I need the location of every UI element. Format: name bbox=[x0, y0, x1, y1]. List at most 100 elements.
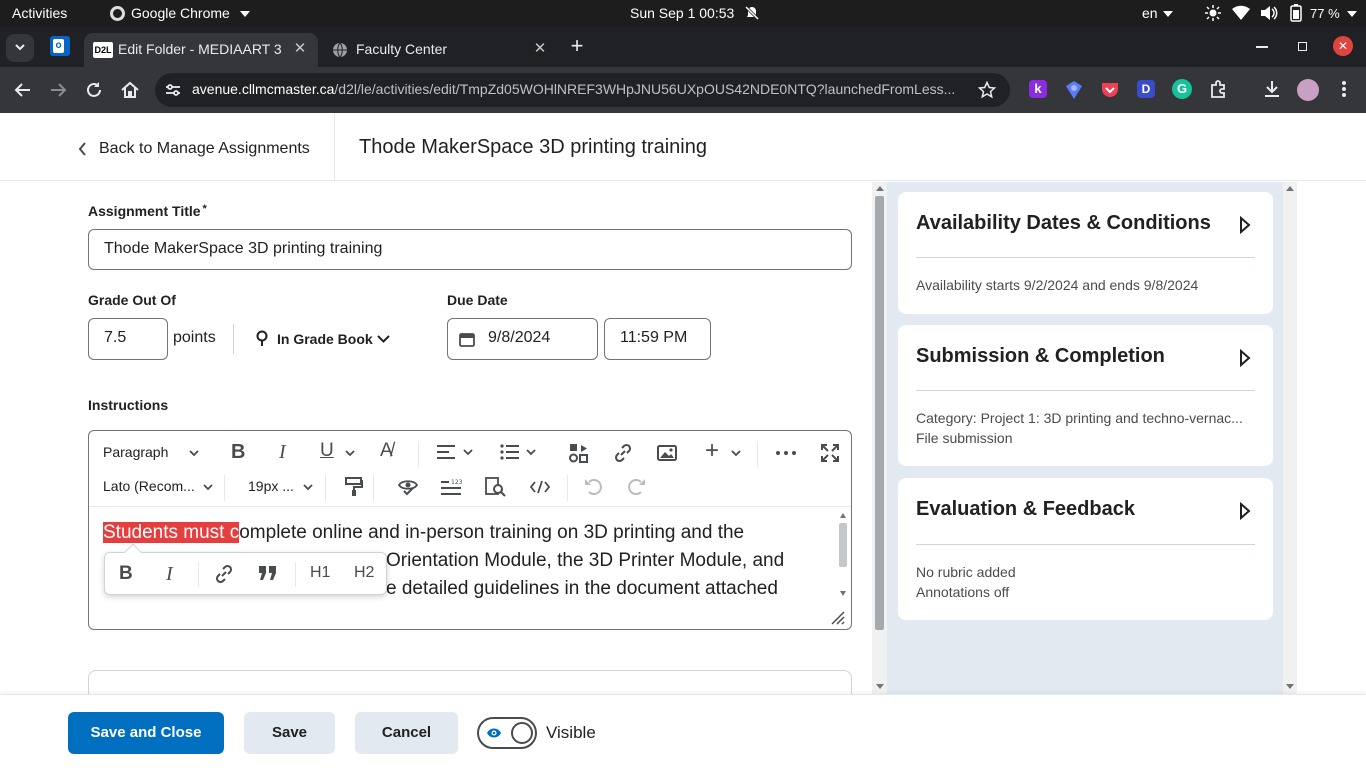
availability-card[interactable]: Availability Dates & Conditions Availabi… bbox=[898, 192, 1273, 314]
paragraph-format-select[interactable]: Paragraph bbox=[103, 443, 203, 463]
due-date-input[interactable]: 9/8/2024 bbox=[447, 318, 598, 360]
back-arrow-icon[interactable] bbox=[12, 79, 34, 101]
font-family-select[interactable]: Lato (Recom... bbox=[103, 477, 215, 497]
side-panel: Availability Dates & Conditions Availabi… bbox=[887, 182, 1283, 694]
card-divider bbox=[916, 257, 1255, 258]
grammarly-icon[interactable]: G bbox=[1172, 79, 1192, 99]
scroll-down-icon[interactable] bbox=[840, 591, 846, 596]
submission-category: Category: Project 1: 3D printing and tec… bbox=[916, 410, 1243, 426]
tab-edit-folder[interactable]: D2L Edit Folder - MEDIAART 3 ✕ bbox=[84, 33, 318, 67]
insert-stuff-icon[interactable] bbox=[569, 443, 589, 463]
source-code-icon[interactable] bbox=[530, 480, 550, 494]
main-scrollbar-thumb[interactable] bbox=[875, 196, 884, 630]
expand-triangle-icon[interactable] bbox=[1239, 502, 1251, 520]
assignment-title-input[interactable]: Thode MakerSpace 3D printing training bbox=[88, 229, 852, 270]
heading-2-button[interactable]: H2 bbox=[354, 564, 374, 582]
header-divider bbox=[334, 113, 335, 181]
word-count-icon[interactable]: 123 bbox=[441, 478, 463, 496]
find-replace-icon[interactable] bbox=[485, 477, 507, 497]
scroll-down-icon[interactable] bbox=[876, 684, 884, 689]
editor-scrollbar[interactable] bbox=[838, 513, 848, 597]
editor-line-3: e detailed guidelines in the document at… bbox=[386, 578, 778, 599]
italic-icon[interactable]: I bbox=[279, 441, 286, 464]
editor-line-1: Students must complete online and in-per… bbox=[103, 519, 744, 547]
svg-text:123: 123 bbox=[451, 479, 463, 486]
side-scrollbar[interactable] bbox=[1283, 182, 1297, 694]
main-scrollbar[interactable] bbox=[872, 182, 887, 694]
clock[interactable]: Sun Sep 1 00:53 bbox=[630, 5, 734, 21]
expand-triangle-icon[interactable] bbox=[1239, 349, 1251, 367]
site-settings-icon[interactable] bbox=[165, 83, 181, 97]
submission-title: Submission & Completion bbox=[916, 345, 1165, 367]
extension-shield-icon[interactable] bbox=[1064, 80, 1084, 100]
download-icon[interactable] bbox=[1262, 79, 1282, 99]
save-button[interactable]: Save bbox=[244, 712, 335, 754]
align-left-icon[interactable] bbox=[437, 444, 475, 460]
heading-1-button[interactable]: H1 bbox=[310, 564, 330, 582]
accessibility-check-icon[interactable] bbox=[398, 477, 418, 497]
list-icon[interactable] bbox=[500, 444, 538, 460]
submission-card[interactable]: Submission & Completion Category: Projec… bbox=[898, 325, 1273, 466]
chevron-left-icon bbox=[78, 142, 86, 156]
fullscreen-icon[interactable] bbox=[821, 444, 839, 462]
close-window-icon[interactable]: ✕ bbox=[1333, 36, 1353, 56]
more-actions-icon[interactable] bbox=[776, 451, 796, 455]
scroll-up-icon[interactable] bbox=[1286, 186, 1294, 191]
outlook-icon[interactable]: o bbox=[50, 36, 70, 56]
link-icon[interactable] bbox=[613, 443, 633, 463]
underline-button[interactable]: U bbox=[320, 440, 360, 464]
bold-icon[interactable]: B bbox=[119, 563, 133, 585]
profile-avatar[interactable] bbox=[1297, 79, 1319, 101]
eye-icon bbox=[487, 728, 501, 738]
tab-faculty-center[interactable]: Faculty Center ✕ bbox=[322, 33, 556, 67]
cancel-button[interactable]: Cancel bbox=[355, 712, 458, 754]
next-section-card bbox=[88, 670, 852, 694]
in-grade-book-dropdown[interactable]: In Grade Book bbox=[256, 329, 396, 349]
scroll-up-icon[interactable] bbox=[876, 186, 884, 191]
scroll-up-icon[interactable] bbox=[840, 513, 846, 518]
close-tab-icon[interactable]: ✕ bbox=[290, 39, 310, 59]
language-indicator[interactable]: en bbox=[1142, 5, 1158, 21]
clear-format-icon[interactable]: A̸ bbox=[380, 440, 393, 462]
card-divider bbox=[916, 544, 1255, 545]
url-text: avenue.cllmcmaster.ca/d2l/le/activities/… bbox=[192, 81, 972, 97]
font-size-select[interactable]: 19px ... bbox=[248, 477, 318, 497]
bookmark-star-icon[interactable] bbox=[978, 81, 996, 99]
link-icon[interactable] bbox=[214, 564, 234, 584]
grade-input[interactable]: 7.5 bbox=[88, 318, 168, 360]
pocket-icon[interactable] bbox=[1100, 80, 1120, 100]
chevron-down-icon bbox=[303, 484, 313, 490]
editor-scrollbar-thumb[interactable] bbox=[839, 523, 847, 567]
visibility-toggle[interactable] bbox=[477, 717, 537, 749]
italic-icon[interactable]: I bbox=[166, 563, 173, 586]
evaluation-card[interactable]: Evaluation & Feedback No rubric added An… bbox=[898, 478, 1273, 620]
system-menu-caret-icon[interactable] bbox=[1347, 11, 1357, 17]
scroll-down-icon[interactable] bbox=[1286, 684, 1294, 689]
image-icon[interactable] bbox=[657, 444, 677, 462]
chrome-menu-icon[interactable] bbox=[1339, 79, 1349, 99]
undo-icon[interactable] bbox=[584, 477, 604, 497]
new-tab-icon[interactable]: + bbox=[566, 35, 588, 58]
save-and-close-button[interactable]: Save and Close bbox=[68, 712, 224, 754]
bold-icon[interactable]: B bbox=[231, 441, 245, 464]
minimize-icon[interactable] bbox=[1256, 46, 1268, 48]
blockquote-icon[interactable] bbox=[258, 565, 278, 581]
kami-extension-icon[interactable]: k bbox=[1029, 80, 1047, 98]
extensions-puzzle-icon[interactable] bbox=[1208, 79, 1228, 99]
close-tab-icon[interactable]: ✕ bbox=[530, 39, 550, 59]
forward-arrow-icon[interactable] bbox=[47, 79, 69, 101]
resize-handle-icon[interactable] bbox=[831, 611, 845, 625]
activities-button[interactable]: Activities bbox=[12, 5, 67, 21]
insert-more-button[interactable]: + bbox=[705, 437, 745, 464]
app-menu[interactable]: Google Chrome bbox=[131, 5, 230, 21]
address-bar[interactable]: avenue.cllmcmaster.ca/d2l/le/activities/… bbox=[155, 73, 1010, 107]
reload-icon[interactable] bbox=[83, 79, 105, 101]
expand-triangle-icon[interactable] bbox=[1239, 216, 1251, 234]
d-extension-icon[interactable]: D bbox=[1137, 80, 1155, 98]
home-icon[interactable] bbox=[119, 79, 141, 101]
due-time-input[interactable]: 11:59 PM bbox=[604, 318, 711, 360]
tab-search-button[interactable] bbox=[6, 34, 34, 62]
format-painter-icon[interactable] bbox=[345, 477, 363, 497]
redo-icon[interactable] bbox=[626, 477, 646, 497]
restore-icon[interactable] bbox=[1298, 42, 1307, 51]
